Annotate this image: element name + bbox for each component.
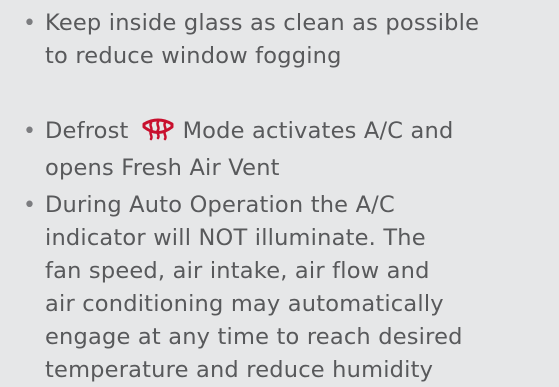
front-defrost-icon — [141, 116, 175, 152]
bullet-list: • Keep inside glass as clean as possible… — [0, 0, 559, 383]
text-line: Defrost Mode activates A/C and — [45, 115, 453, 152]
bullet-text: Keep inside glass as clean as possible t… — [45, 7, 479, 73]
text-line: Keep inside glass as clean as possible — [45, 10, 480, 36]
bullet-dot: • — [23, 11, 36, 36]
text-line: temperature and reduce humidity — [45, 357, 434, 383]
bullet-item-auto-operation: • During Auto Operation the A/C indicato… — [23, 189, 553, 387]
bullet-text: Defrost Mode activates A/C and opens Fre… — [45, 115, 453, 185]
bullet-item-glass-clean: • Keep inside glass as clean as possible… — [23, 7, 553, 73]
bullet-text: During Auto Operation the A/C indicator … — [45, 189, 463, 387]
text-line: air conditioning may automatically — [45, 291, 444, 317]
text-line: During Auto Operation the A/C — [45, 192, 395, 218]
text-line: opens Fresh Air Vent — [45, 155, 280, 181]
text-line: indicator will NOT illuminate. The — [45, 225, 426, 251]
mode-text: Mode activates A/C and — [182, 118, 454, 144]
text-line: engage at any time to reach desired — [45, 324, 463, 350]
bullet-item-defrost-mode: • Defrost Mode activates A/C and opens F… — [23, 115, 553, 185]
text-line: fan speed, air intake, air flow and — [45, 258, 430, 284]
text-line: to reduce window fogging — [45, 43, 342, 69]
bullet-dot: • — [23, 119, 36, 144]
bullet-dot: • — [23, 193, 36, 218]
defrost-label: Defrost — [45, 118, 129, 144]
